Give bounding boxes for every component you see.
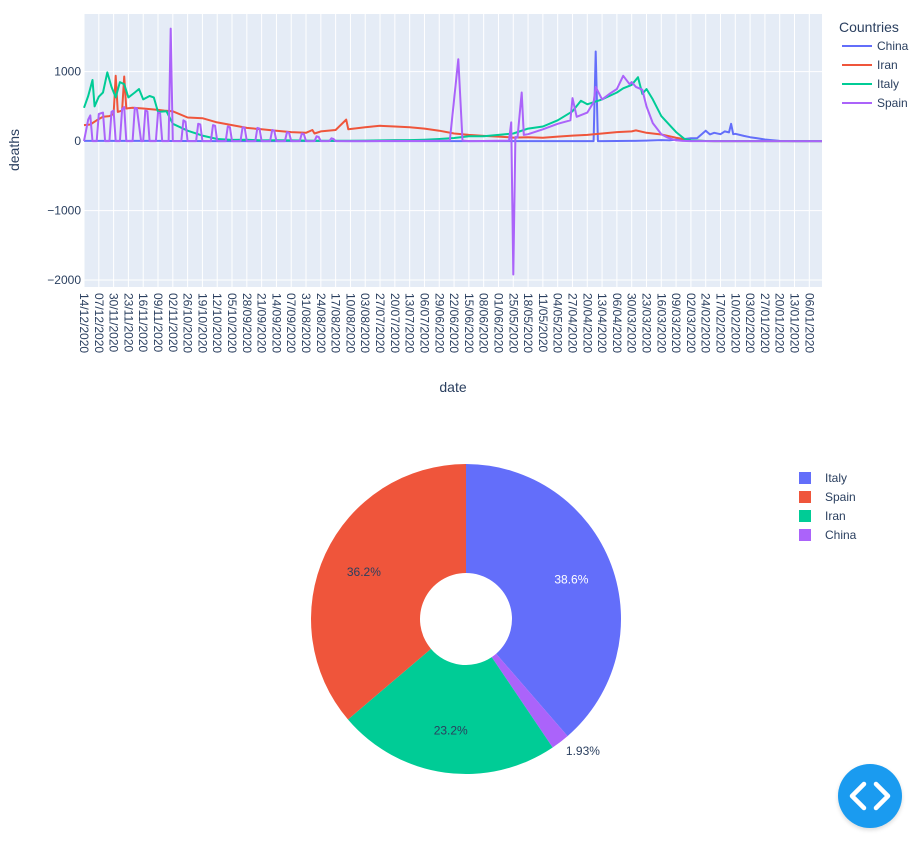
line-x-tick-label: 14/12/2020 [77,293,91,353]
legend-item-china[interactable]: China [842,39,909,53]
line-x-tick-label: 10/02/2020 [728,293,742,353]
line-y-tick-label: −2000 [47,273,81,287]
line-x-tick-label: 13/01/2020 [788,293,802,353]
code-view-button[interactable] [838,764,902,828]
pie-slice-label: 1.93% [566,744,600,758]
line-x-tick-label: 30/03/2020 [625,293,639,353]
line-legend: Countries China Iran Italy Spain [839,19,909,110]
line-x-tick-label: 15/06/2020 [462,293,476,353]
line-x-tick-label: 22/06/2020 [447,293,461,353]
line-x-axis-title: date [439,379,466,395]
line-x-tick-label: 13/07/2020 [403,293,417,353]
line-x-tick-label: 03/02/2020 [743,293,757,353]
line-x-tick-label: 27/04/2020 [565,293,579,353]
line-legend-title: Countries [839,19,899,35]
pie-legend-item-italy[interactable]: Italy [799,471,847,485]
line-x-tick-label: 06/04/2020 [610,293,624,353]
figure: −2000 −1000 0 1000 14/12/2020 07/12/2020 30/1… [6,14,909,774]
pie-legend-item-spain[interactable]: Spain [799,490,856,504]
line-x-tick-label: 02/03/2020 [684,293,698,353]
pie-chart: 38.6% 1.93% 23.2% 36.2% Italy Spain Iran China [311,464,857,774]
pie-legend-swatch [799,529,811,541]
line-x-tick-label: 03/08/2020 [358,293,372,353]
line-x-tick-label: 05/10/2020 [225,293,239,353]
line-x-tick-label: 27/07/2020 [373,293,387,353]
code-brackets-icon [849,781,891,811]
pie-legend: Italy Spain Iran China [799,471,857,542]
line-x-tick-label: 14/09/2020 [269,293,283,353]
line-x-tick-label: 16/11/2020 [136,293,150,352]
line-x-tick-label: 29/06/2020 [432,293,446,353]
pie-legend-label: Iran [825,509,846,523]
line-x-tick-label: 09/03/2020 [669,293,683,353]
legend-item-spain[interactable]: Spain [842,96,908,110]
line-x-tick-label: 09/11/2020 [151,293,165,352]
line-plot-background [84,14,822,287]
line-x-tick-label: 23/03/2020 [639,293,653,353]
line-x-tick-label: 17/02/2020 [713,293,727,353]
line-x-tick-label: 31/08/2020 [299,293,313,353]
pie-slice-label: 23.2% [434,723,468,737]
line-x-tick-label: 02/11/2020 [166,293,180,352]
line-x-tick-label: 07/09/2020 [284,293,298,353]
line-x-tick-label: 20/04/2020 [580,293,594,353]
line-x-tick-label: 30/11/2020 [107,293,121,352]
pie-legend-swatch [799,472,811,484]
line-x-tick-label: 27/01/2020 [758,293,772,353]
line-x-tick-label: 24/02/2020 [699,293,713,353]
line-x-tick-label: 13/04/2020 [595,293,609,353]
pie-legend-swatch [799,491,811,503]
line-x-tick-label: 06/07/2020 [417,293,431,353]
line-x-tick-label: 01/06/2020 [491,293,505,353]
line-chart: −2000 −1000 0 1000 14/12/2020 07/12/2020 30/1… [6,14,909,395]
pie-slice-label: 36.2% [347,565,381,579]
line-x-tick-label: 28/09/2020 [240,293,254,353]
line-x-tick-label: 18/05/2020 [521,293,535,353]
legend-label: Italy [877,77,899,91]
pie-legend-label: China [825,528,857,542]
line-x-tick-label: 07/12/2020 [92,293,106,353]
line-y-tick-labels: −2000 −1000 0 1000 [47,65,81,287]
line-x-tick-label: 10/08/2020 [343,293,357,353]
line-x-tick-label: 20/01/2020 [773,293,787,353]
pie-legend-label: Spain [825,490,856,504]
line-x-tick-label: 24/08/2020 [314,293,328,353]
line-x-tick-label: 19/10/2020 [195,293,209,353]
pie-legend-item-china[interactable]: China [799,528,857,542]
pie-legend-swatch [799,510,811,522]
legend-label: Spain [877,96,908,110]
legend-item-italy[interactable]: Italy [842,77,899,91]
line-x-tick-label: 06/01/2020 [802,293,816,353]
line-y-tick-label: 0 [74,134,81,148]
line-y-tick-label: 1000 [54,65,81,79]
line-x-tick-label: 26/10/2020 [181,293,195,353]
line-x-tick-labels: 14/12/2020 07/12/2020 30/11/2020 23/11/2020… [77,293,816,353]
line-x-tick-label: 08/06/2020 [477,293,491,353]
line-y-axis-title: deaths [6,129,22,171]
line-x-tick-label: 11/05/2020 [536,293,550,352]
line-x-tick-label: 25/05/2020 [506,293,520,353]
pie-legend-item-iran[interactable]: Iran [799,509,846,523]
pie-slice-label: 38.6% [554,573,588,587]
pie-legend-label: Italy [825,471,847,485]
legend-label: China [877,39,909,53]
line-x-tick-label: 20/07/2020 [388,293,402,353]
line-x-tick-label: 23/11/2020 [121,293,135,352]
line-x-tick-label: 16/03/2020 [654,293,668,353]
line-x-tick-label: 17/08/2020 [329,293,343,353]
line-legend-items: China Iran Italy Spain [842,39,909,110]
legend-label: Iran [877,58,898,72]
line-x-tick-label: 04/05/2020 [551,293,565,353]
line-x-tick-label: 21/09/2020 [255,293,269,353]
line-x-tick-label: 12/10/2020 [210,293,224,353]
legend-item-iran[interactable]: Iran [842,58,898,72]
line-y-tick-label: −1000 [47,204,81,218]
